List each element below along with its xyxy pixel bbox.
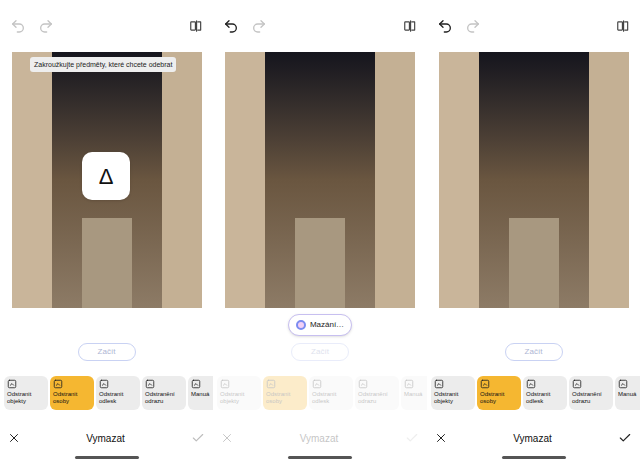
tool-label: Odstranění odrazu (358, 391, 396, 405)
close-icon[interactable] (8, 432, 20, 444)
undo-icon[interactable] (437, 18, 453, 34)
undo-icon[interactable] (10, 18, 26, 34)
top-bar (213, 0, 427, 52)
bottom-bar: Vymazat (427, 424, 640, 452)
editor-panel: Mazání…ZačítOdstranit objektyOdstranit o… (213, 0, 427, 462)
redo-icon[interactable] (251, 18, 267, 34)
tool-icon (145, 379, 155, 389)
tool-label: Manuá (618, 391, 636, 398)
tool-button[interactable]: Odstranit objekty (217, 376, 261, 410)
tool-button[interactable]: Odstranit objekty (431, 376, 475, 410)
editor-panel: Δ Zakroužkujte předměty, které chcete ode… (0, 0, 213, 462)
bottom-bar: Vymazat (0, 424, 213, 452)
tool-label: Odstranit osoby (266, 391, 304, 405)
tool-button[interactable]: Odstranit odlesk (523, 376, 567, 410)
check-icon[interactable] (618, 431, 632, 445)
tool-button[interactable]: Odstranit odlesk (309, 376, 353, 410)
home-bar (75, 456, 139, 459)
home-indicator (213, 452, 427, 462)
tool-icon (526, 379, 536, 389)
tool-icon (266, 379, 276, 389)
tool-row: Odstranit objekty Odstranit osoby Odstrani… (427, 376, 640, 410)
hint-tooltip: Zakroužkujte předměty, které chcete odeb… (30, 57, 176, 72)
action-area: Začít (427, 308, 640, 374)
tool-label: Odstranit odlesk (312, 391, 350, 405)
status-text: Mazání… (310, 319, 344, 331)
tool-label: Odstranit objekty (434, 391, 472, 405)
tool-button[interactable]: Odstranit osoby (50, 376, 94, 410)
tool-row: Odstranit objekty Odstranit osoby Odstrani… (0, 376, 213, 410)
tool-label: Odstranit objekty (220, 391, 258, 405)
tool-label: Manuá (404, 391, 422, 398)
tool-button[interactable]: Manuá (401, 376, 427, 410)
photo (439, 52, 629, 308)
tool-label: Odstranit osoby (480, 391, 518, 405)
tool-icon (480, 379, 490, 389)
title: Vymazat (86, 431, 125, 446)
tool-icon (191, 379, 201, 389)
home-indicator (0, 452, 213, 462)
tool-button[interactable]: Odstranění odrazu (569, 376, 613, 410)
tool-row: Odstranit objekty Odstranit osoby Odstrani… (213, 376, 427, 410)
tool-button[interactable]: Odstranění odrazu (142, 376, 186, 410)
title: Vymazat (300, 431, 339, 446)
tool-icon (220, 379, 230, 389)
top-bar (427, 0, 640, 52)
photo (225, 52, 415, 308)
check-icon[interactable] (405, 431, 419, 445)
redo-icon[interactable] (38, 18, 54, 34)
redo-icon[interactable] (465, 18, 481, 34)
tool-button[interactable]: Odstranit odlesk (96, 376, 140, 410)
tool-label: Odstranit odlesk (526, 391, 564, 405)
progress-icon (296, 320, 306, 330)
compare-icon[interactable] (403, 19, 417, 33)
tool-icon (99, 379, 109, 389)
compare-icon[interactable] (189, 19, 203, 33)
tool-button[interactable]: Odstranit objekty (4, 376, 48, 410)
title: Vymazat (513, 431, 552, 446)
action-area: Mazání… Začít (213, 308, 427, 374)
action-area: Začít (0, 308, 213, 374)
tool-icon (312, 379, 322, 389)
tool-label: Odstranění odrazu (572, 391, 610, 405)
check-icon[interactable] (191, 431, 205, 445)
close-icon[interactable] (221, 432, 233, 444)
tool-button[interactable]: Odstranění odrazu (355, 376, 399, 410)
tool-button[interactable]: Manuá (188, 376, 213, 410)
tool-button[interactable]: Odstranit osoby (263, 376, 307, 410)
tool-button[interactable]: Odstranit osoby (477, 376, 521, 410)
tool-icon (358, 379, 368, 389)
top-bar (0, 0, 213, 52)
undo-icon[interactable] (223, 18, 239, 34)
status-chip: Mazání… (288, 314, 352, 336)
photo: Δ (12, 52, 202, 308)
tool-label: Manuá (191, 391, 209, 398)
home-indicator (427, 452, 640, 462)
tool-icon (7, 379, 17, 389)
tool-icon (404, 379, 414, 389)
tool-label: Odstranit objekty (7, 391, 45, 405)
close-icon[interactable] (435, 432, 447, 444)
editor-panel: ZačítOdstranit objektyOdstranit osobyOds… (427, 0, 640, 462)
home-bar (502, 456, 566, 459)
tool-icon (434, 379, 444, 389)
tool-label: Odstranit osoby (53, 391, 91, 405)
tool-icon (53, 379, 63, 389)
tool-icon (572, 379, 582, 389)
tool-button[interactable]: Manuá (615, 376, 640, 410)
start-button[interactable]: Začít (505, 343, 563, 361)
compare-icon[interactable] (616, 19, 630, 33)
tool-label: Odstranit odlesk (99, 391, 137, 405)
bottom-bar: Vymazat (213, 424, 427, 452)
start-button[interactable]: Začít (291, 343, 349, 361)
start-button[interactable]: Začít (78, 343, 136, 361)
tool-icon (618, 379, 628, 389)
processing-overlay: Δ (82, 152, 130, 200)
home-bar (288, 456, 352, 459)
tool-label: Odstranění odrazu (145, 391, 183, 405)
